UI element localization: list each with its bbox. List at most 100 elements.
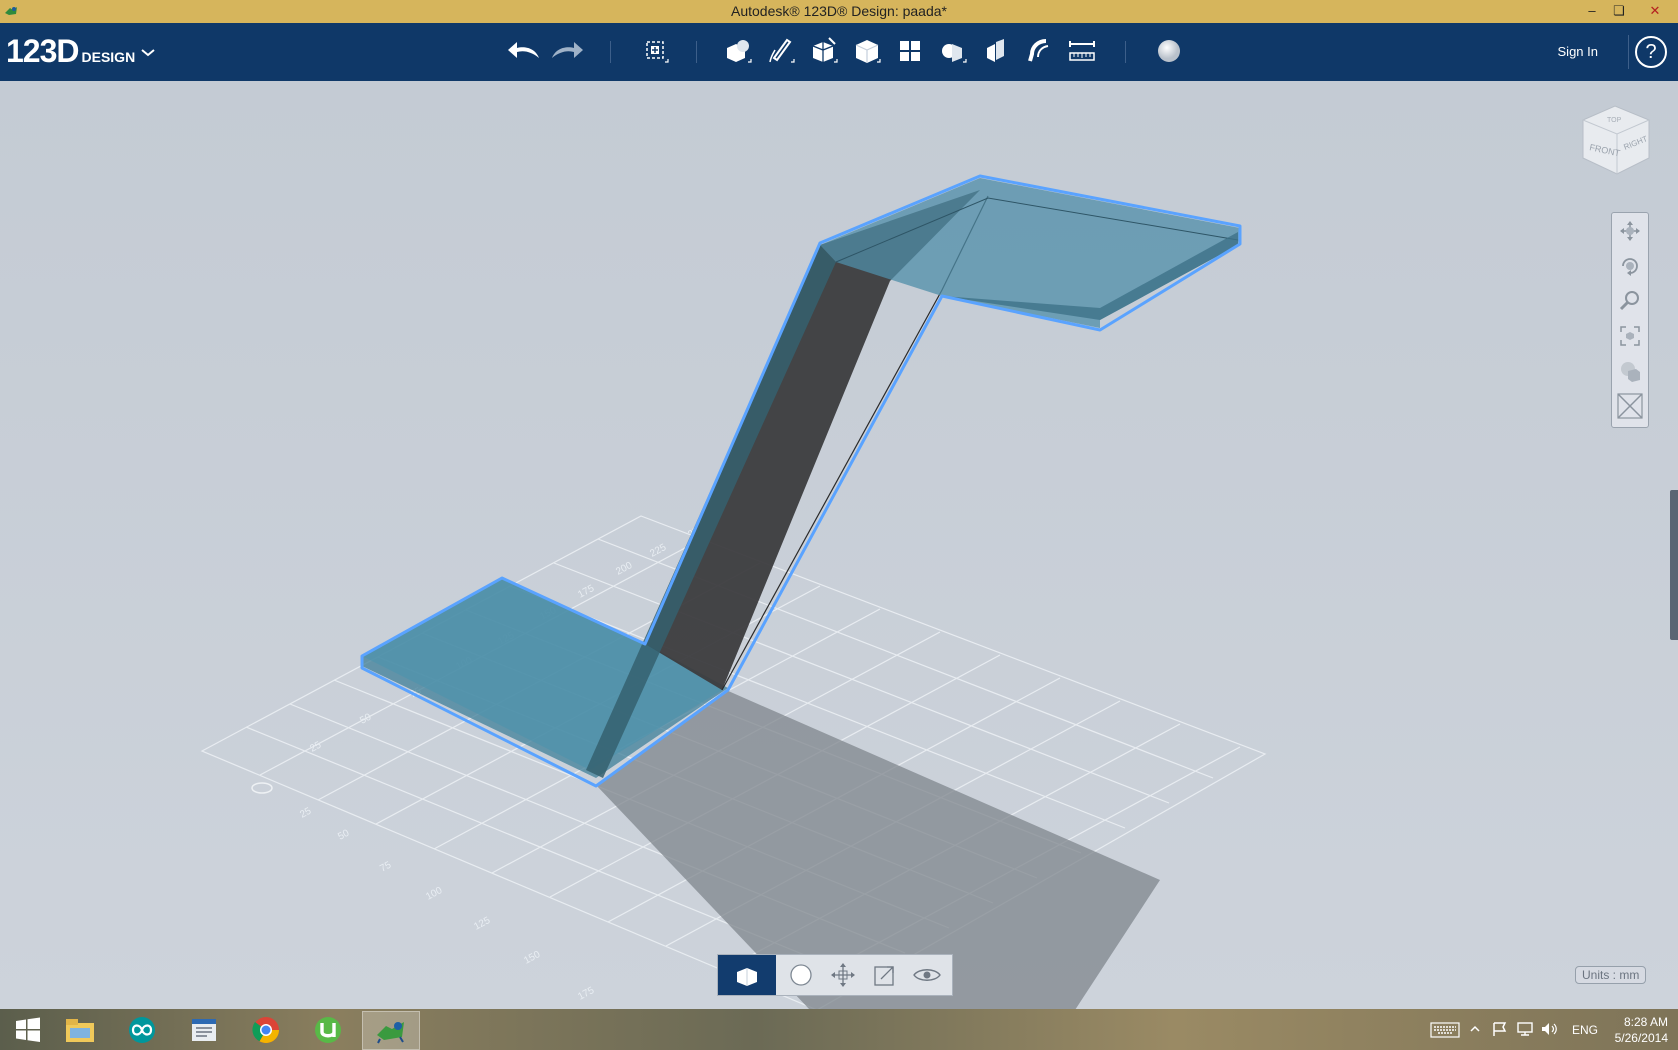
pan-button[interactable] [1612,213,1648,248]
title-bar: Autodesk® 123D® Design: paada* – ❏ ✕ [0,0,1678,23]
side-panel-toggle[interactable] [1670,490,1678,640]
clear-view-button[interactable] [1612,388,1648,423]
viewcube-top-label[interactable]: TOP [1607,117,1622,124]
taskbar-123d-design[interactable] [362,1011,420,1050]
redo-arrow-icon [552,42,583,58]
taskbar-file-explorer[interactable] [52,1011,108,1048]
main-toolbar: 123D DESIGN Sign In ? [0,23,1678,81]
solid-view-icon [737,968,757,986]
zoom-button[interactable] [1612,283,1648,318]
help-button[interactable]: ? [1635,36,1667,68]
start-icon [16,1017,40,1042]
logo-subtext: DESIGN [81,48,136,65]
undo-button[interactable] [505,32,543,70]
grouping-button[interactable] [934,32,972,70]
taskbar-reader[interactable] [176,1011,232,1048]
scene-canvas[interactable]: 25 50 75 100 125 150 175 25 50 75 100 12… [0,81,1678,1009]
move-button[interactable] [822,955,864,995]
arduino-icon [129,1016,155,1043]
view-button[interactable] [1612,353,1648,388]
sign-in-link[interactable]: Sign In [1558,44,1598,59]
snap-button[interactable] [1020,32,1058,70]
pattern-grid-icon [900,41,920,61]
pattern-button[interactable] [891,32,929,70]
visibility-button[interactable] [906,955,948,995]
toolbar-separator [610,41,611,63]
measure-button[interactable] [1063,32,1101,70]
toolbar-separator [1125,41,1126,63]
scale-button[interactable] [864,955,906,995]
3d-viewport[interactable]: 25 50 75 100 125 150 175 25 50 75 100 12… [0,81,1678,1009]
svg-text:100: 100 [424,885,444,903]
scale-icon [874,966,894,986]
svg-text:50: 50 [336,828,351,843]
taskbar-arduino[interactable] [114,1011,170,1048]
units-indicator[interactable]: Units : mm [1575,966,1647,984]
construct-button[interactable] [805,32,843,70]
toolbar-separator [696,41,697,63]
language-indicator[interactable]: ENG [1572,1023,1598,1037]
transform-icon [646,41,669,63]
redo-button[interactable] [548,32,586,70]
start-button[interactable] [0,1011,56,1048]
material-sphere-icon [790,964,812,986]
zoom-icon [1619,290,1639,310]
sketch-button[interactable] [762,32,800,70]
123d-design-icon [377,1021,404,1043]
network-icon[interactable] [1516,1021,1534,1037]
modify-cube-icon [855,40,881,63]
file-explorer-icon [66,1018,94,1042]
minimize-button[interactable]: – [1579,0,1605,22]
fit-icon [1620,325,1640,346]
view-cube[interactable]: FRONT RIGHT TOP [1575,100,1655,180]
orbit-icon [1622,257,1638,276]
snap-magnet-icon [1028,39,1049,62]
chrome-icon [252,1016,280,1043]
windows-taskbar: ENG 8:28 AM 5/26/2014 [0,1009,1678,1050]
clock-time: 8:28 AM [1623,1015,1668,1029]
taskbar-chrome[interactable] [238,1011,294,1048]
chevron-down-icon [141,48,155,57]
move-icon [831,963,855,987]
app-menu-button[interactable]: 123D DESIGN [6,33,155,70]
selection-toolbar [717,954,953,996]
flag-icon[interactable] [1492,1021,1508,1037]
origin-marker [251,782,273,794]
close-button[interactable]: ✕ [1642,0,1668,22]
taskbar-utorrent[interactable] [300,1011,356,1048]
transform-button[interactable] [636,32,674,70]
show-hidden-icons-icon[interactable] [1470,1024,1480,1034]
volume-icon[interactable] [1540,1021,1558,1037]
construct-icon [812,37,838,63]
combine-icon [987,39,1004,62]
toolbar-separator [1628,35,1629,69]
system-clock[interactable]: 8:28 AM 5/26/2014 [1610,1014,1668,1046]
restore-button[interactable]: ❏ [1606,0,1632,22]
solid-view-button[interactable] [718,955,776,995]
clock-date: 5/26/2014 [1614,1031,1668,1045]
material-button[interactable] [780,955,822,995]
svg-text:50: 50 [358,712,373,727]
undo-arrow-icon [508,42,539,58]
visibility-eye-icon [913,969,941,981]
keyboard-icon[interactable] [1430,1022,1460,1038]
primitives-icon [727,40,752,63]
sketch-pen-icon [769,38,795,63]
modify-button[interactable] [848,32,886,70]
svg-text:25: 25 [298,806,313,821]
material-sphere-icon [1158,40,1180,62]
svg-text:175: 175 [576,985,596,1003]
measure-ruler-icon [1069,41,1095,61]
svg-text:200: 200 [614,560,634,578]
combine-button[interactable] [977,32,1015,70]
reader-icon [192,1018,216,1041]
svg-text:175: 175 [576,583,596,601]
orbit-button[interactable] [1612,248,1648,283]
window-title: Autodesk® 123D® Design: paada* [731,3,947,19]
utorrent-icon [315,1016,341,1043]
material-button[interactable] [1150,32,1188,70]
fit-button[interactable] [1612,318,1648,353]
primitives-button[interactable] [719,32,757,70]
pan-icon [1620,220,1640,241]
svg-text:225: 225 [648,542,668,560]
